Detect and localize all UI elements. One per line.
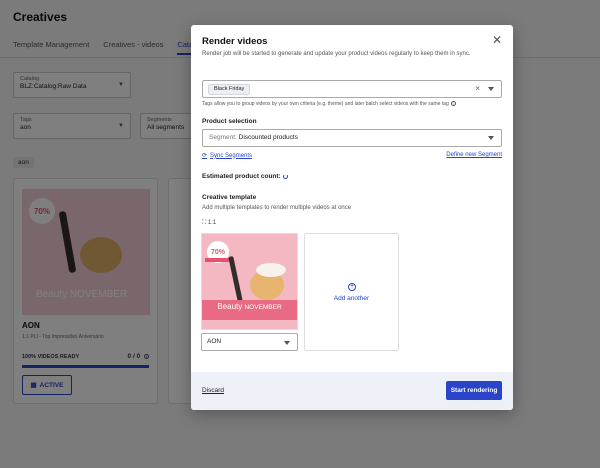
brush-image: [228, 255, 243, 303]
template-select-value: AON: [207, 338, 222, 345]
plus-icon: +: [348, 283, 356, 291]
template-preview[interactable]: 70% Beauty NOVEMBER: [201, 233, 298, 330]
aspect-ratio-icon: ⛶: [202, 220, 207, 226]
tag-input[interactable]: Black Friday ×: [202, 80, 502, 98]
powder-lid-image: [256, 263, 286, 277]
add-another-label: Add another: [333, 295, 370, 302]
product-selection-label: Product selection: [202, 118, 257, 125]
template-select[interactable]: AON: [201, 333, 298, 351]
modal-title: Render videos: [202, 36, 268, 47]
modal-subtitle: Render job will be started to generate a…: [202, 51, 471, 57]
chevron-down-icon[interactable]: [488, 87, 494, 91]
modal-footer: Discard Start rendering: [191, 372, 513, 410]
tag-help-text: Tags allow you to group videos by your o…: [202, 101, 456, 107]
clear-icon[interactable]: ×: [475, 84, 480, 93]
estimated-count: Estimated product count:: [202, 173, 288, 180]
close-icon[interactable]: ✕: [492, 34, 502, 46]
loading-spinner-icon: [282, 173, 288, 179]
tag-chip[interactable]: Black Friday: [208, 84, 251, 95]
creative-template-help: Add multiple templates to render multipl…: [202, 205, 352, 211]
caption-beauty: Beauty: [217, 302, 243, 311]
info-icon[interactable]: i: [450, 101, 456, 107]
add-template-card[interactable]: + Add another: [304, 233, 399, 351]
discard-button[interactable]: Discard: [202, 387, 224, 394]
template-caption: Beauty NOVEMBER: [202, 300, 297, 320]
segment-select[interactable]: Segment: Discounted products: [202, 129, 502, 147]
define-segment-link[interactable]: Define new Segment: [446, 152, 502, 158]
sync-segments-link[interactable]: ⟳ Sync Segments: [202, 152, 253, 160]
tag-help-label: Tags allow you to group videos by your o…: [202, 101, 449, 107]
chevron-down-icon: [488, 136, 494, 140]
chevron-down-icon: [284, 341, 290, 345]
caption-month: NOVEMBER: [244, 304, 282, 311]
segment-prefix: Segment:: [209, 134, 237, 141]
sync-segments-label: Sync Segments: [210, 152, 253, 159]
estimated-count-label: Estimated product count:: [202, 173, 281, 180]
start-rendering-button[interactable]: Start rendering: [446, 381, 502, 400]
aspect-ratio-label: 1:1: [207, 220, 217, 226]
segment-value: Discounted products: [238, 134, 298, 141]
sync-icon: ⟳: [202, 153, 208, 159]
badge-ribbon: [205, 258, 229, 262]
creative-template-label: Creative template: [202, 194, 257, 201]
render-videos-modal: Render videos Render job will be started…: [191, 25, 513, 410]
aspect-ratio: ⛶ 1:1: [202, 220, 216, 227]
